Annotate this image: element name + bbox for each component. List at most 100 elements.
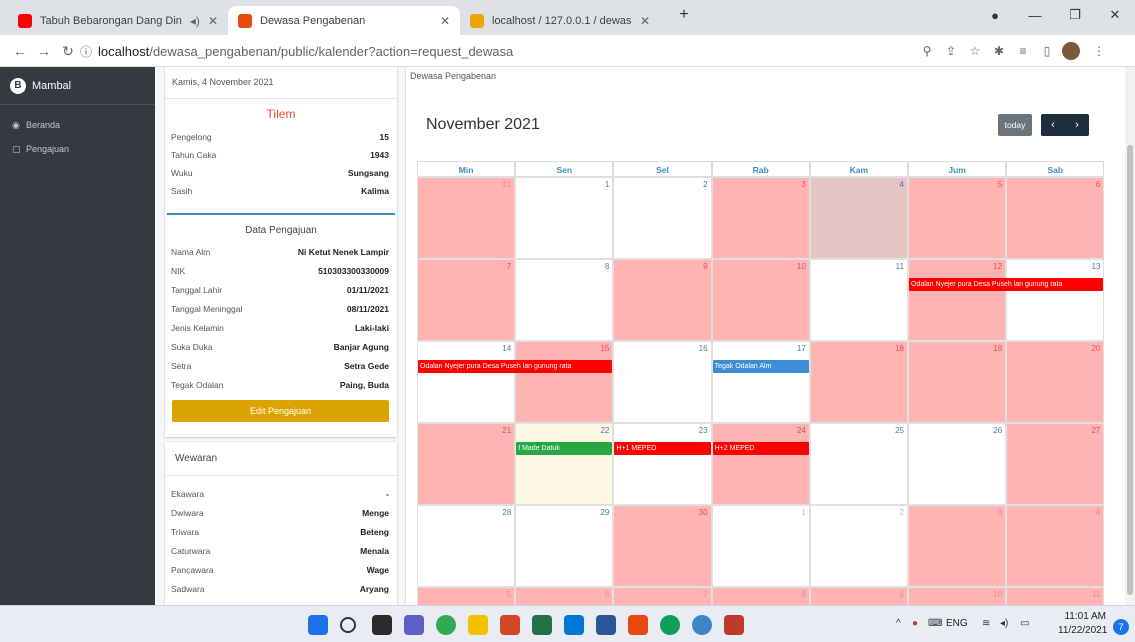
day-number[interactable]: 17 <box>797 344 806 353</box>
day-number[interactable]: 8 <box>801 590 805 599</box>
day-number[interactable]: 10 <box>993 590 1002 599</box>
calendar-day-cell[interactable]: 8 <box>711 587 810 605</box>
avatar[interactable] <box>1062 42 1080 60</box>
day-number[interactable]: 9 <box>703 262 707 271</box>
url-field[interactable]: ⓘ localhost/dewasa_pengabenan/public/kal… <box>80 41 800 61</box>
calendar-day-cell[interactable]: 3 <box>908 505 1007 587</box>
bookmark-star-icon[interactable]: ☆ <box>966 42 984 60</box>
side-panel-icon[interactable]: ▯ <box>1038 42 1056 60</box>
calendar-day-cell[interactable]: 11 <box>1006 587 1105 605</box>
notification-badge[interactable]: 7 <box>1113 619 1129 635</box>
day-number[interactable]: 26 <box>993 426 1002 435</box>
calendar-day-cell[interactable]: 20 <box>1006 341 1105 423</box>
powerpoint-icon[interactable] <box>500 615 520 635</box>
restore-icon[interactable]: ❐ <box>1055 0 1095 30</box>
day-number[interactable]: 9 <box>900 590 904 599</box>
day-number[interactable]: 23 <box>699 426 708 435</box>
calendar-day-cell[interactable]: 12 <box>908 259 1007 341</box>
calendar-day-cell[interactable]: 4 <box>1006 505 1105 587</box>
calendar-day-cell[interactable]: 26 <box>908 423 1007 505</box>
chat-icon[interactable] <box>404 615 424 635</box>
volume-icon[interactable]: ◂) <box>1000 618 1008 629</box>
battery-icon[interactable]: ▭ <box>1020 618 1029 629</box>
calendar-day-cell[interactable]: 3 <box>711 177 810 259</box>
clock-time[interactable]: 11:01 AM <box>1058 611 1106 622</box>
calendar-day-cell[interactable]: 19 <box>908 341 1007 423</box>
calendar-day-cell[interactable]: 5 <box>417 587 516 605</box>
calendar-day-cell[interactable]: 23 <box>613 423 712 505</box>
calendar-day-cell[interactable]: 22 <box>515 423 614 505</box>
calendar-day-cell[interactable]: 27 <box>1006 423 1105 505</box>
day-number[interactable]: 5 <box>507 590 511 599</box>
day-number[interactable]: 15 <box>600 344 609 353</box>
share-icon[interactable]: ⇪ <box>942 42 960 60</box>
close-icon[interactable]: ✕ <box>640 14 650 28</box>
day-number[interactable]: 4 <box>900 180 904 189</box>
day-number[interactable]: 11 <box>896 262 904 271</box>
clock-date[interactable]: 11/22/2021 <box>1058 625 1107 636</box>
keyboard-icon[interactable]: ⌨ <box>928 618 942 629</box>
close-icon[interactable]: ✕ <box>440 14 450 28</box>
day-number[interactable]: 3 <box>998 508 1002 517</box>
calendar-day-cell[interactable]: 6 <box>515 587 614 605</box>
calendar-day-cell[interactable]: 1 <box>711 505 810 587</box>
back-icon[interactable]: ← <box>10 41 30 61</box>
calendar-day-cell[interactable]: 13 <box>1006 259 1105 341</box>
word-icon[interactable] <box>596 615 616 635</box>
day-number[interactable]: 6 <box>605 590 609 599</box>
calendar-day-cell[interactable]: 10 <box>711 259 810 341</box>
calendar-day-cell[interactable]: 21 <box>417 423 516 505</box>
new-tab-button[interactable]: + <box>664 0 704 30</box>
info-icon[interactable]: ⓘ <box>80 43 92 60</box>
calendar-day-cell[interactable]: 30 <box>613 505 712 587</box>
calendar-day-cell[interactable]: 14 <box>417 341 516 423</box>
calendar-day-cell[interactable]: 7 <box>613 587 712 605</box>
profile-dot-icon[interactable]: ● <box>975 0 1015 30</box>
calendar-day-cell[interactable]: 7 <box>417 259 516 341</box>
chevron-up-icon[interactable]: ^ <box>896 618 901 629</box>
today-button[interactable]: today <box>998 114 1032 136</box>
wifi-icon[interactable]: ≋ <box>982 618 990 629</box>
day-number[interactable]: 10 <box>797 262 806 271</box>
calendar-event[interactable]: H+2 MEPED <box>712 442 809 455</box>
day-number[interactable]: 21 <box>502 426 511 435</box>
day-number[interactable]: 2 <box>703 180 707 189</box>
file-explorer-icon[interactable] <box>468 615 488 635</box>
calendar-day-cell[interactable]: 9 <box>613 259 712 341</box>
day-number[interactable]: 20 <box>1091 344 1100 353</box>
calendar-day-cell[interactable]: 4 <box>809 177 908 259</box>
day-number[interactable]: 1 <box>801 508 805 517</box>
minimize-icon[interactable]: — <box>1015 0 1055 30</box>
extensions-icon[interactable]: ✱ <box>990 42 1008 60</box>
day-number[interactable]: 8 <box>605 262 609 271</box>
day-number[interactable]: 13 <box>1091 262 1100 271</box>
tray-app-icon[interactable]: ● <box>912 618 918 629</box>
sidebar-item-pengajuan[interactable]: ▢ Pengajuan <box>0 137 155 161</box>
store-icon[interactable] <box>564 615 584 635</box>
brand-link[interactable]: B Mambal <box>0 67 155 105</box>
day-number[interactable]: 6 <box>1096 180 1100 189</box>
calendar-day-cell[interactable]: 31 <box>417 177 516 259</box>
day-number[interactable]: 16 <box>699 344 708 353</box>
tab-youtube[interactable]: Tabuh Bebarongan Dang Din ◂) ✕ <box>8 6 228 35</box>
calendar-day-cell[interactable]: 15 <box>515 341 614 423</box>
start-icon[interactable] <box>308 615 328 635</box>
day-number[interactable]: 2 <box>900 508 904 517</box>
calendar-day-cell[interactable]: 28 <box>417 505 516 587</box>
day-number[interactable]: 12 <box>993 262 1002 271</box>
zoom-icon[interactable]: ⚲ <box>918 42 936 60</box>
telegram-icon[interactable] <box>692 615 712 635</box>
day-number[interactable]: 28 <box>502 508 511 517</box>
calendar-event[interactable]: I Made Datuk <box>516 442 613 455</box>
calendar-event[interactable]: H+1 MEPED <box>614 442 711 455</box>
calendar-day-cell[interactable]: 8 <box>515 259 614 341</box>
reload-icon[interactable]: ↻ <box>58 41 78 61</box>
calendar-day-cell[interactable]: 29 <box>515 505 614 587</box>
edge-icon[interactable] <box>660 615 680 635</box>
calendar-day-cell[interactable]: 18 <box>809 341 908 423</box>
day-number[interactable]: 31 <box>502 180 511 189</box>
calendar-day-cell[interactable]: 17 <box>711 341 810 423</box>
app-icon[interactable] <box>628 615 648 635</box>
page-scrollbar[interactable] <box>1125 67 1135 605</box>
calendar-day-cell[interactable]: 25 <box>809 423 908 505</box>
